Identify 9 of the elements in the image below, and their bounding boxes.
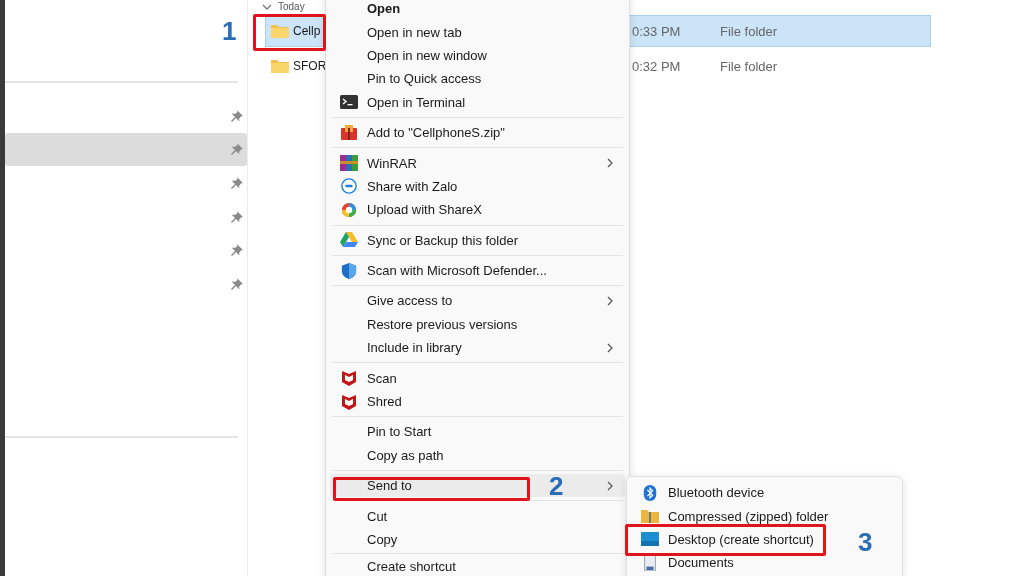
file-name: Cellp [293,24,321,38]
file-type: File folder [720,23,779,39]
file-type: File folder [720,58,779,74]
date-modified: 0:33 PM [632,23,682,39]
file-name: SFOR [293,59,327,73]
step-number: 1 [222,16,237,46]
step-number: 3 [858,526,873,557]
date-modified: 0:32 PM [632,58,682,74]
group-heading: Today [278,0,305,13]
